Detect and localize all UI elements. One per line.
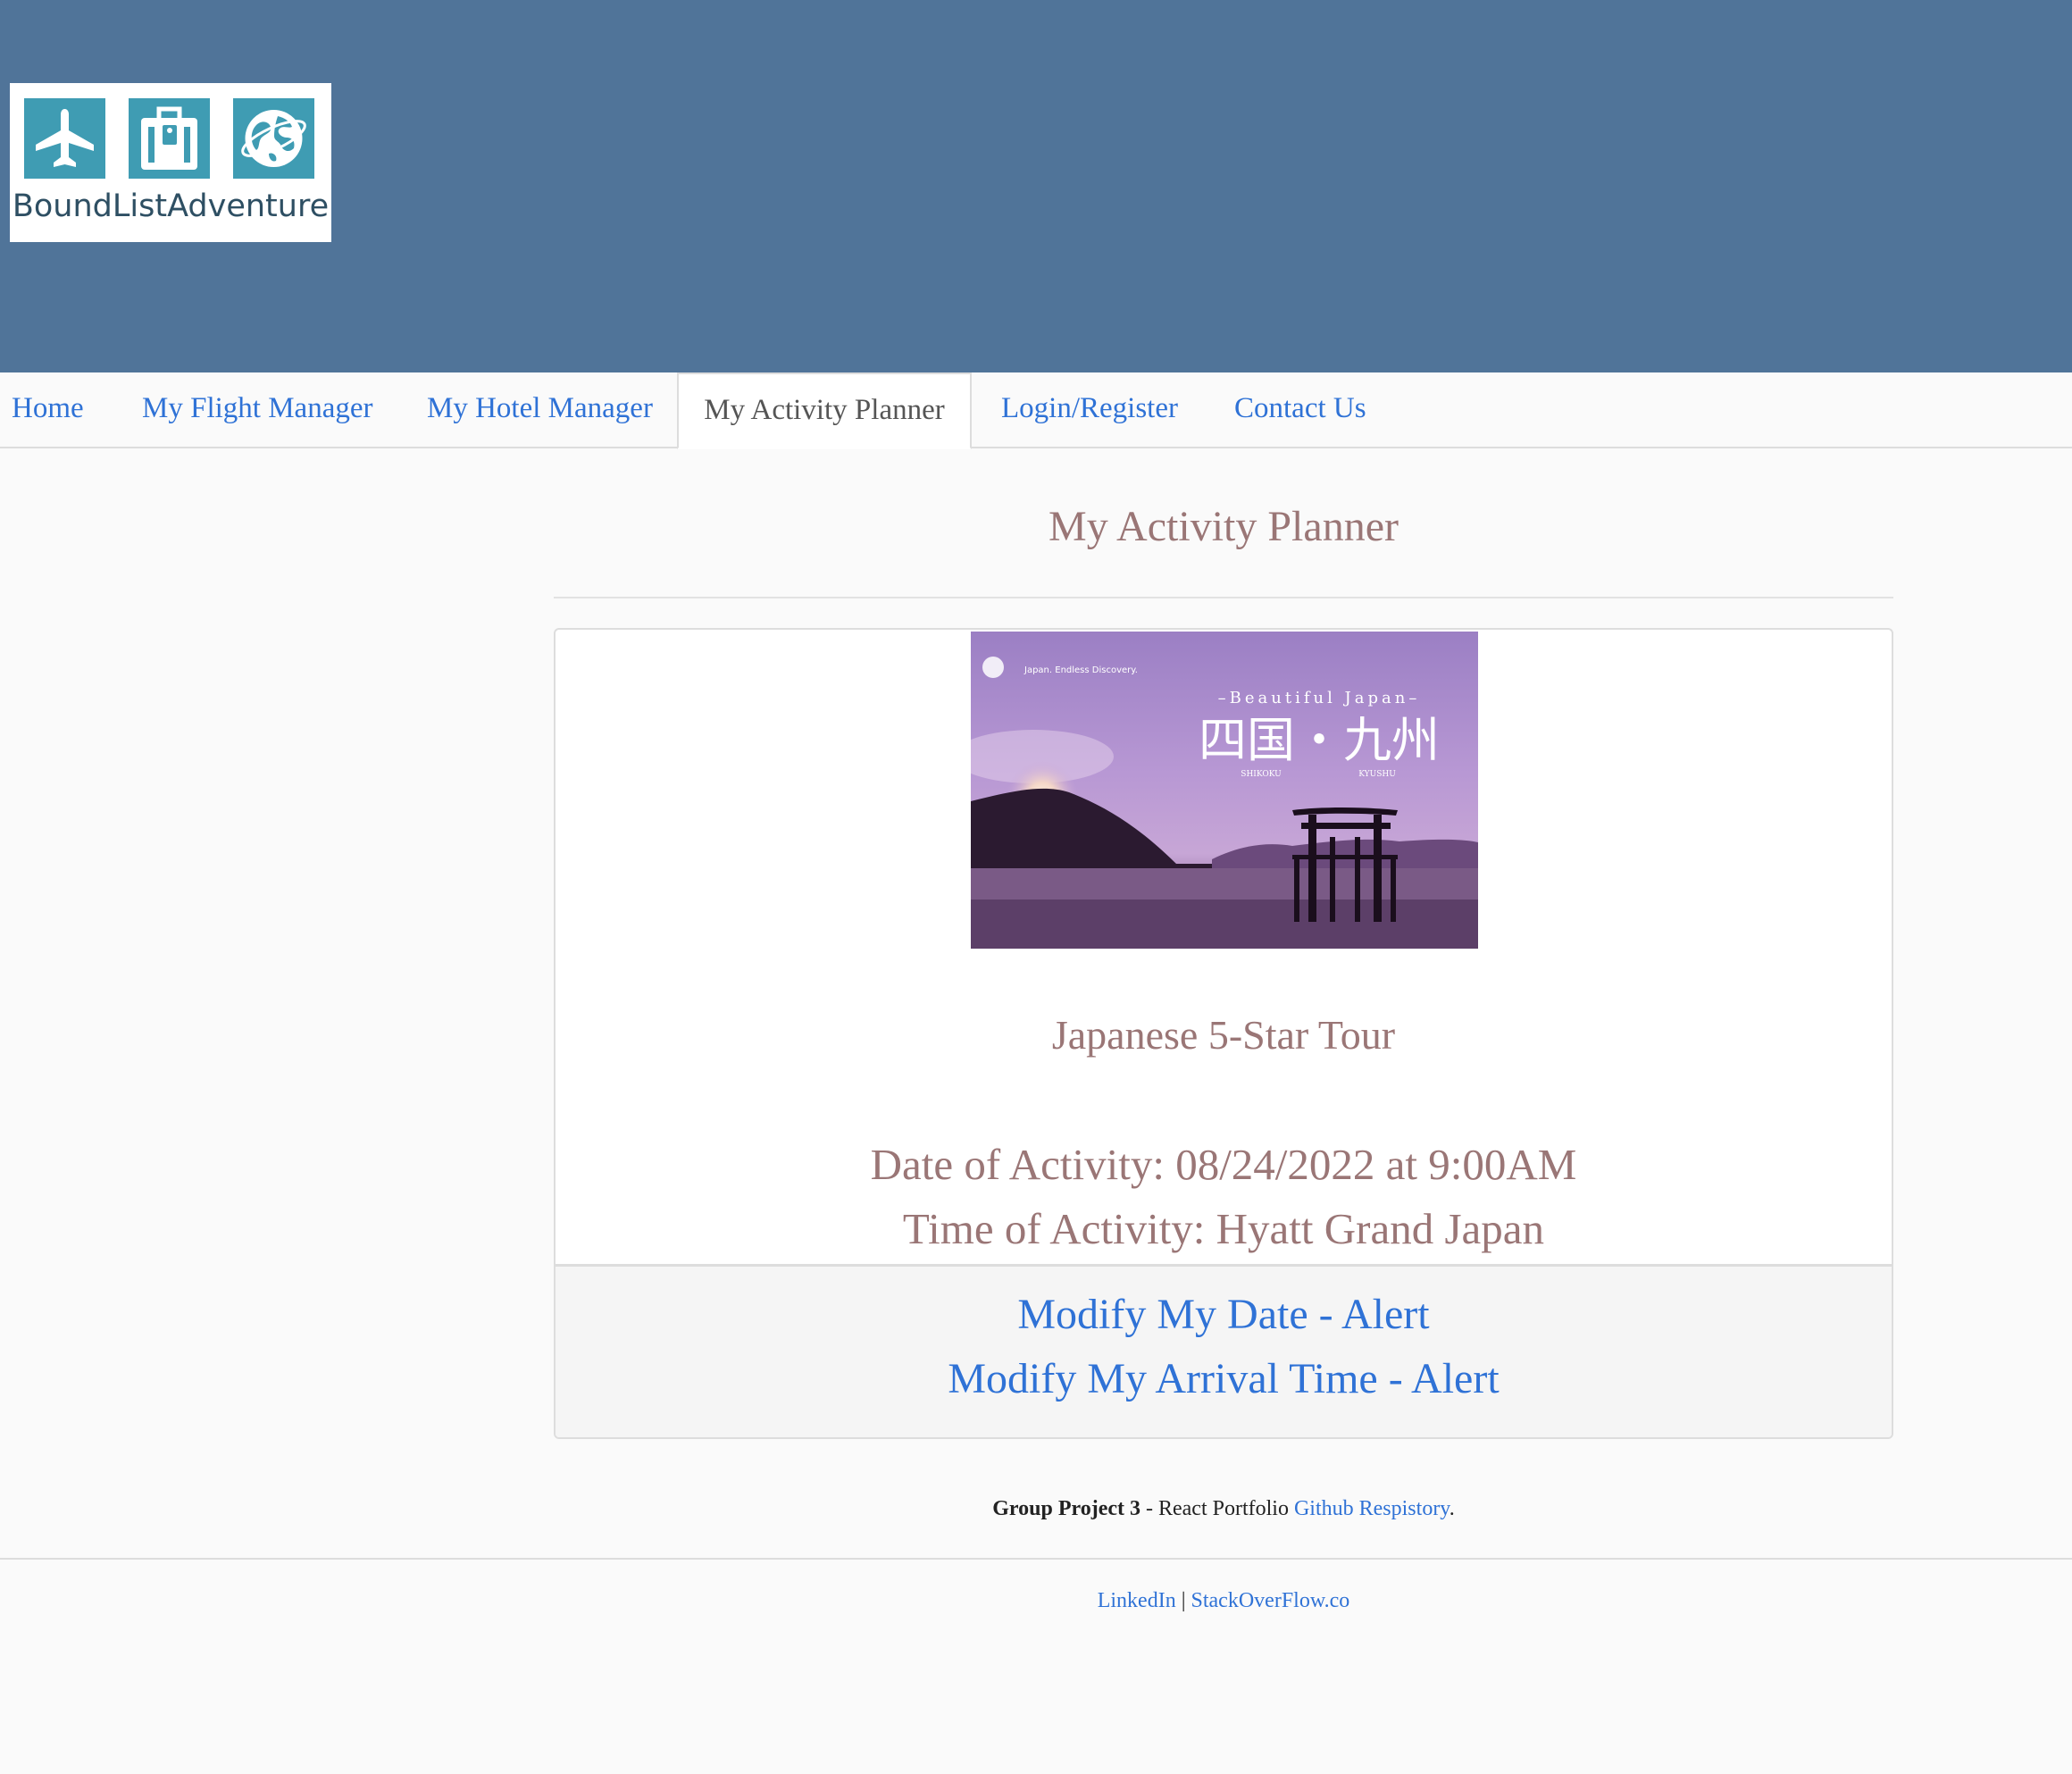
- site-header: BoundListAdventure: [0, 0, 2072, 372]
- activity-time: Time of Activity: Hyatt Grand Japan: [902, 1204, 1545, 1253]
- image-subtitle: –Beautiful Japan–: [1218, 689, 1421, 707]
- nav-login-register[interactable]: Login/Register: [1001, 372, 1178, 447]
- site-logo[interactable]: BoundListAdventure: [10, 83, 331, 242]
- main-nav: Home My Flight Manager My Hotel Manager …: [0, 372, 2072, 449]
- activity-image: Japan. Endless Discovery. –Beautiful Jap…: [971, 632, 1478, 949]
- nav-activity-planner[interactable]: My Activity Planner: [677, 372, 972, 449]
- nav-home[interactable]: Home: [12, 372, 84, 447]
- footer-credit: Group Project 3 - React Portfolio Github…: [0, 1497, 2072, 1521]
- image-label-shikoku: SHIKOKU: [1241, 770, 1282, 779]
- footer-credit-bold: Group Project 3: [992, 1497, 1140, 1520]
- activity-name: Japanese 5-Star Tour: [1051, 1012, 1396, 1058]
- modify-arrival-time-link[interactable]: Modify My Arrival Time - Alert: [556, 1354, 1892, 1403]
- globe-icon: [233, 98, 314, 179]
- image-brand-text: Japan. Endless Discovery.: [1023, 665, 1138, 675]
- stackoverflow-link[interactable]: StackOverFlow.co: [1191, 1589, 1350, 1612]
- nav-contact-us[interactable]: Contact Us: [1234, 372, 1366, 447]
- suitcase-icon: [129, 98, 210, 179]
- nav-hotel-manager[interactable]: My Hotel Manager: [427, 372, 653, 447]
- footer-credit-text: - React Portfolio: [1140, 1497, 1294, 1520]
- footer-divider: [0, 1558, 2072, 1560]
- modify-date-link[interactable]: Modify My Date - Alert: [556, 1290, 1892, 1339]
- linkedin-link[interactable]: LinkedIn: [1098, 1589, 1176, 1612]
- airplane-icon: [24, 98, 105, 179]
- image-label-kyushu: KYUSHU: [1358, 770, 1396, 779]
- footer-link-separator: |: [1175, 1589, 1191, 1612]
- github-repo-link[interactable]: Github Respistory: [1294, 1497, 1450, 1520]
- nav-flight-manager[interactable]: My Flight Manager: [142, 372, 372, 447]
- activity-date: Date of Activity: 08/24/2022 at 9:00AM: [870, 1140, 1577, 1189]
- footer-links: LinkedIn | StackOverFlow.co: [0, 1589, 2072, 1613]
- image-kanji-title: 四国・九州: [1199, 712, 1440, 768]
- title-divider: [554, 597, 1893, 598]
- footer-credit-end: .: [1449, 1497, 1455, 1520]
- card-footer: Modify My Date - Alert Modify My Arrival…: [556, 1264, 1892, 1437]
- logo-text: BoundListAdventure: [12, 188, 330, 224]
- page-title: My Activity Planner: [1049, 503, 1399, 550]
- activity-card: Japan. Endless Discovery. –Beautiful Jap…: [554, 628, 1893, 1439]
